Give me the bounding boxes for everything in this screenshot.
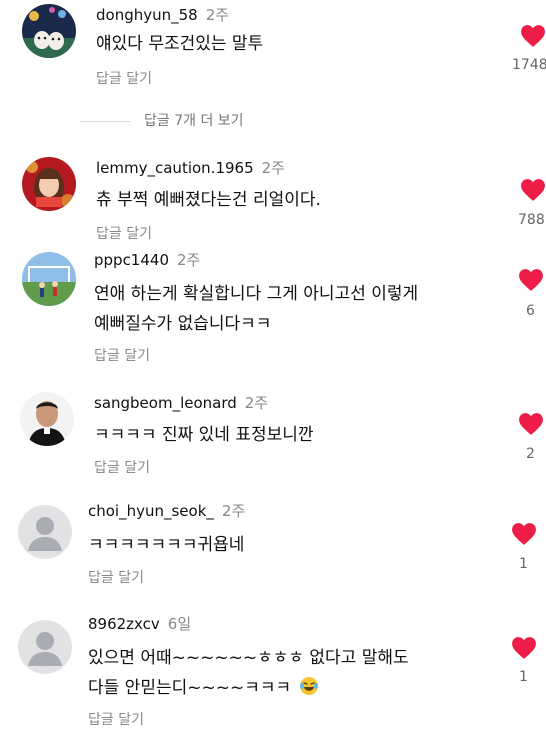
reply-button[interactable]: 답글 달기 [94, 457, 150, 477]
comment-age: 2주 [261, 159, 285, 177]
comment-age: 2주 [221, 502, 246, 520]
comment-text-line: 예뻐질수가 없습니다ㅋㅋ [94, 314, 272, 334]
reply-button[interactable]: 답글 달기 [88, 567, 144, 587]
heart-icon[interactable] [518, 268, 544, 292]
comment-text: ㅋㅋㅋㅋ 진짜 있네 표정보니깐 [94, 425, 314, 445]
reply-button[interactable]: 답글 달기 [96, 68, 152, 88]
heart-icon[interactable] [520, 24, 546, 48]
reply-button[interactable]: 답글 달기 [94, 345, 150, 365]
comment-text-line: 연애 하는게 확실합니다 그게 아니고선 이렇게 [94, 284, 419, 304]
reply-button[interactable]: 답글 달기 [88, 709, 144, 729]
default-avatar-icon[interactable] [18, 620, 72, 674]
avatar[interactable] [22, 252, 76, 306]
like-count: 1 [519, 556, 528, 572]
comment-age: 2주 [244, 394, 269, 412]
comment-meta: lemmy_caution.1965 2주 [96, 157, 285, 178]
heart-icon[interactable] [520, 178, 546, 202]
comment-username[interactable]: pppc1440 [94, 251, 169, 269]
comment-text: 츄 부쩍 예뻐졌다는건 리얼이다. [96, 190, 321, 210]
view-more-replies-label[interactable]: 답글 7개 더 보기 [144, 110, 244, 130]
comment-meta: sangbeom_leonard 2주 [94, 392, 268, 413]
default-avatar-icon[interactable] [18, 505, 72, 559]
comment-meta: 8962zxcv 6일 [88, 613, 191, 634]
avatar[interactable] [22, 157, 76, 211]
avatar[interactable] [20, 392, 74, 446]
like-count: 2 [526, 446, 535, 462]
comment-meta: choi_hyun_seok_ 2주 [88, 500, 245, 521]
comment-username[interactable]: donghyun_58 [96, 6, 198, 24]
like-count: 788 [518, 212, 545, 228]
comment-text-line: 다들 안믿는디~~~~ㅋㅋㅋ [88, 678, 292, 698]
heart-icon[interactable] [518, 412, 544, 436]
comment-meta: pppc1440 2주 [94, 249, 200, 270]
comment-age: 2주 [177, 251, 201, 269]
comment-text-line: 있으면 어때~~~~~~ㅎㅎㅎ 없다고 말해도 [88, 648, 409, 668]
comment-text: ㅋㅋㅋㅋㅋㅋㅋ귀욥네 [88, 535, 245, 555]
comment-username[interactable]: lemmy_caution.1965 [96, 159, 254, 177]
comment-age: 6일 [167, 615, 192, 633]
avatar[interactable] [22, 4, 76, 58]
reply-button[interactable]: 답글 달기 [96, 223, 152, 243]
heart-icon[interactable] [511, 636, 537, 660]
comment-username[interactable]: 8962zxcv [88, 615, 160, 633]
divider-line [80, 121, 130, 122]
comment-username[interactable]: sangbeom_leonard [94, 394, 237, 412]
comment-text: 얘있다 무조건있는 말투 [96, 34, 264, 54]
comment-age: 2주 [205, 6, 230, 24]
like-count: 1748 [512, 57, 546, 73]
like-count: 6 [526, 303, 535, 319]
comment-meta: donghyun_58 2주 [96, 4, 229, 25]
laughing-tears-emoji-icon [299, 677, 318, 695]
heart-icon[interactable] [511, 522, 537, 546]
like-count: 1 [519, 669, 528, 685]
comment-text-line-with-emoji: 다들 안믿는디~~~~ㅋㅋㅋ [88, 673, 319, 703]
comment-username[interactable]: choi_hyun_seok_ [88, 502, 214, 520]
